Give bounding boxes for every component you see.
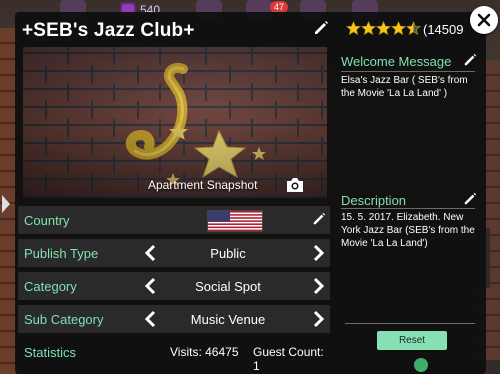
club-title: +SEB's Jazz Club+ (22, 20, 195, 41)
close-icon (477, 13, 491, 27)
chevron-left-icon[interactable] (143, 244, 157, 262)
publish-type-label: Publish Type (24, 246, 99, 261)
star-icon (376, 21, 391, 36)
divider (341, 71, 475, 72)
chevron-left-icon[interactable] (143, 310, 157, 328)
star-icon (391, 21, 406, 36)
reset-button[interactable]: Reset (377, 331, 447, 350)
publish-type-row: Publish Type Public (18, 239, 330, 267)
country-row: Country (18, 206, 330, 234)
pencil-icon[interactable] (312, 212, 326, 226)
pencil-icon[interactable] (463, 53, 477, 67)
sub-category-value: Music Venue (190, 312, 266, 327)
category-value: Social Spot (195, 279, 261, 294)
divider (345, 323, 475, 324)
sub-category-label: Sub Category (24, 312, 104, 327)
half-star-icon (406, 21, 421, 36)
divider (341, 208, 475, 209)
chevron-right-icon[interactable] (312, 277, 326, 295)
chevron-right-icon[interactable] (312, 310, 326, 328)
statistics-label: Statistics (24, 345, 77, 360)
statistics-row: Statistics Visits: 46475 Guest Count: 1 (18, 341, 330, 373)
chevron-left-icon[interactable] (143, 277, 157, 295)
star-icon (346, 21, 361, 36)
description-title: Description (341, 193, 407, 208)
country-label: Country (24, 213, 70, 228)
rating-count: (14509 (423, 22, 464, 37)
visits-count: Visits: 46475 (170, 345, 239, 359)
bottom-hud-button[interactable] (414, 358, 428, 372)
category-label: Category (24, 279, 77, 294)
pencil-icon[interactable] (313, 20, 329, 36)
category-row: Category Social Spot (18, 272, 330, 300)
welcome-message-text: Elsa's Jazz Bar ( SEB's from the Movie '… (341, 75, 468, 99)
star-icon (361, 21, 376, 36)
snapshot-label: Apartment Snapshot (148, 178, 258, 192)
us-flag-icon (207, 210, 263, 232)
side-expand-arrow[interactable] (2, 195, 10, 213)
guest-count: Guest Count: 1 (253, 345, 324, 373)
camera-icon[interactable] (285, 177, 305, 193)
close-button[interactable] (470, 6, 498, 34)
apartment-snapshot-image[interactable] (23, 47, 327, 198)
chevron-right-icon[interactable] (312, 244, 326, 262)
pencil-icon[interactable] (463, 192, 477, 206)
welcome-message-title: Welcome Message (341, 54, 452, 69)
description-text: 15. 5. 2017. Elizabeth. New York Jazz Ba… (341, 212, 475, 249)
publish-type-value: Public (210, 246, 246, 261)
sub-category-row: Sub Category Music Venue (18, 305, 330, 333)
